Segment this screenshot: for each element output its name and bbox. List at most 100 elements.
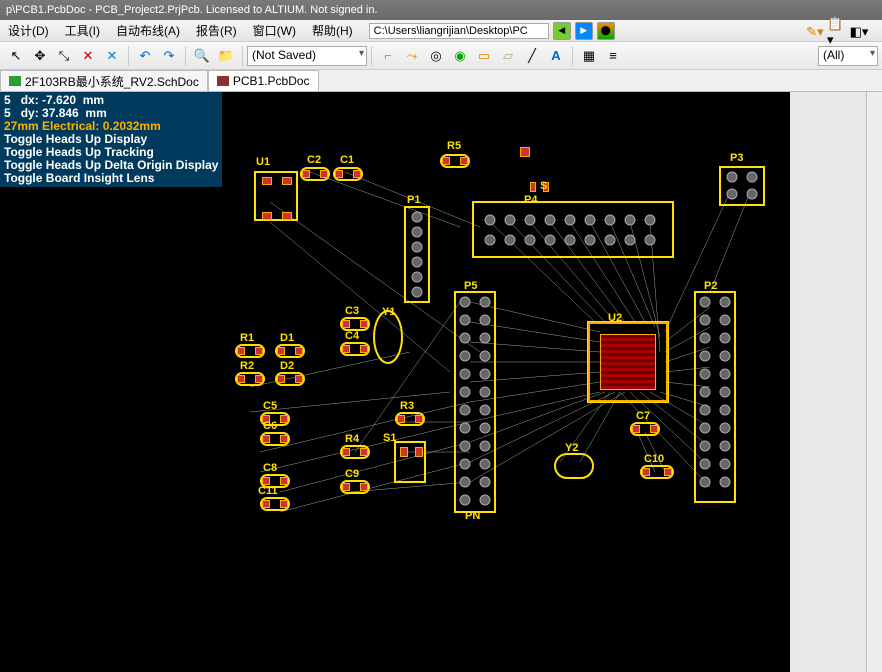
- designator: D1: [280, 332, 294, 344]
- pad: [262, 212, 272, 220]
- menu-autoroute[interactable]: 自动布线(A): [108, 20, 188, 41]
- select-icon[interactable]: ✕: [77, 45, 99, 67]
- menu-window[interactable]: 窗口(W): [245, 20, 304, 41]
- designator: C6: [263, 420, 277, 432]
- text-icon[interactable]: A: [545, 45, 567, 67]
- zoom-icon[interactable]: 🔍: [191, 45, 213, 67]
- component-r4[interactable]: [340, 445, 370, 459]
- component-c4[interactable]: [340, 342, 370, 356]
- designator: R3: [400, 400, 414, 412]
- designator: S: [540, 180, 547, 192]
- designator: P4: [524, 194, 537, 206]
- align-icon[interactable]: ≡: [602, 45, 624, 67]
- nav-home-button[interactable]: ⬤: [597, 22, 615, 40]
- layers-icon[interactable]: ◧▾: [849, 22, 869, 42]
- menu-help[interactable]: 帮助(H): [304, 20, 361, 41]
- path-field[interactable]: C:\Users\liangrijian\Desktop\PC: [369, 23, 549, 39]
- component-c7[interactable]: [630, 422, 660, 436]
- designator: C5: [263, 400, 277, 412]
- menu-tool[interactable]: 工具(I): [57, 20, 108, 41]
- designator: C4: [345, 330, 359, 342]
- component-r3[interactable]: [395, 412, 425, 426]
- designator: P2: [704, 280, 717, 292]
- component-c9[interactable]: [340, 480, 370, 494]
- component-c11[interactable]: [260, 497, 290, 511]
- designator: R2: [240, 360, 254, 372]
- pcb-graphics: [0, 92, 790, 672]
- designator: R5: [447, 140, 461, 152]
- tab-schematic[interactable]: 2F103RB最小系统_RV2.SchDoc: [0, 70, 208, 91]
- component-r2[interactable]: [235, 372, 265, 386]
- designator: R1: [240, 332, 254, 344]
- separator: [242, 46, 243, 66]
- designator: C1: [340, 154, 354, 166]
- designator: C2: [307, 154, 321, 166]
- component-d2[interactable]: [275, 372, 305, 386]
- component-c10[interactable]: [640, 465, 674, 479]
- designator: P1: [407, 194, 420, 206]
- pad: [262, 177, 272, 185]
- nav-fwd-button[interactable]: ▶: [575, 22, 593, 40]
- editor-area: 5 dx: -7.620 mm 5 dy: 37.846 mm 27mm Ele…: [0, 92, 882, 672]
- separator: [572, 46, 573, 66]
- component-r5[interactable]: [440, 154, 470, 168]
- pad: [400, 447, 408, 457]
- component-d1[interactable]: [275, 344, 305, 358]
- route-icon[interactable]: ⌐: [377, 45, 399, 67]
- route2-icon[interactable]: ⤳: [401, 45, 423, 67]
- via-icon[interactable]: ◎: [425, 45, 447, 67]
- saved-state-combo[interactable]: (Not Saved): [247, 46, 367, 66]
- designator: C10: [644, 453, 664, 465]
- snap-icon[interactable]: ✕: [101, 45, 123, 67]
- designator: C3: [345, 305, 359, 317]
- undo-icon[interactable]: ↶: [134, 45, 156, 67]
- line-icon[interactable]: ╱: [521, 45, 543, 67]
- pad: [530, 182, 536, 192]
- document-tabs: 2F103RB最小系统_RV2.SchDoc PCB1.PcbDoc: [0, 70, 882, 92]
- comp-icon[interactable]: ▦: [578, 45, 600, 67]
- component-c3[interactable]: [340, 317, 370, 331]
- vertical-scrollbar[interactable]: [866, 92, 882, 672]
- menubar: 设计(D) 工具(I) 自动布线(A) 报告(R) 窗口(W) 帮助(H) C:…: [0, 20, 882, 42]
- right-toolbar: ✎▾ 📋▾ ◧▾: [802, 20, 882, 44]
- separator: [185, 46, 186, 66]
- designator: U2: [608, 312, 622, 324]
- pad-icon[interactable]: ◉: [449, 45, 471, 67]
- move-icon[interactable]: ✥: [29, 45, 51, 67]
- designator: Y1: [382, 306, 395, 318]
- filter-combo[interactable]: (All): [818, 46, 878, 66]
- fill-icon[interactable]: ▭: [473, 45, 495, 67]
- menu-report[interactable]: 报告(R): [188, 20, 245, 41]
- pcb-icon: [217, 76, 229, 86]
- component-u2[interactable]: [588, 322, 668, 402]
- pad: [415, 447, 423, 457]
- pcb-canvas[interactable]: 5 dx: -7.620 mm 5 dy: 37.846 mm 27mm Ele…: [0, 92, 790, 672]
- pad: [282, 212, 292, 220]
- designator: PN: [465, 510, 480, 522]
- component-c1[interactable]: [333, 167, 363, 181]
- designator: R4: [345, 433, 359, 445]
- poly-icon[interactable]: ▱: [497, 45, 519, 67]
- designator: C7: [636, 410, 650, 422]
- component-r1[interactable]: [235, 344, 265, 358]
- designator: Y2: [565, 442, 578, 454]
- component-c6[interactable]: [260, 432, 290, 446]
- redo-icon[interactable]: ↷: [158, 45, 180, 67]
- cursor-icon[interactable]: ↖: [5, 45, 27, 67]
- pad: [520, 147, 530, 157]
- designator: S1: [383, 432, 396, 444]
- resize-icon[interactable]: ⤡: [53, 45, 75, 67]
- separator: [371, 46, 372, 66]
- menu-design[interactable]: 设计(D): [0, 20, 57, 41]
- designator: D2: [280, 360, 294, 372]
- pad: [282, 177, 292, 185]
- schematic-icon: [9, 76, 21, 86]
- separator: [128, 46, 129, 66]
- edit-icon[interactable]: ✎▾: [805, 22, 825, 42]
- designator: P5: [464, 280, 477, 292]
- clipboard-icon[interactable]: 📋▾: [827, 22, 847, 42]
- nav-back-button[interactable]: ◀: [553, 22, 571, 40]
- browse-icon[interactable]: 📁: [215, 45, 237, 67]
- component-c2[interactable]: [300, 167, 330, 181]
- tab-pcb[interactable]: PCB1.PcbDoc: [208, 70, 319, 91]
